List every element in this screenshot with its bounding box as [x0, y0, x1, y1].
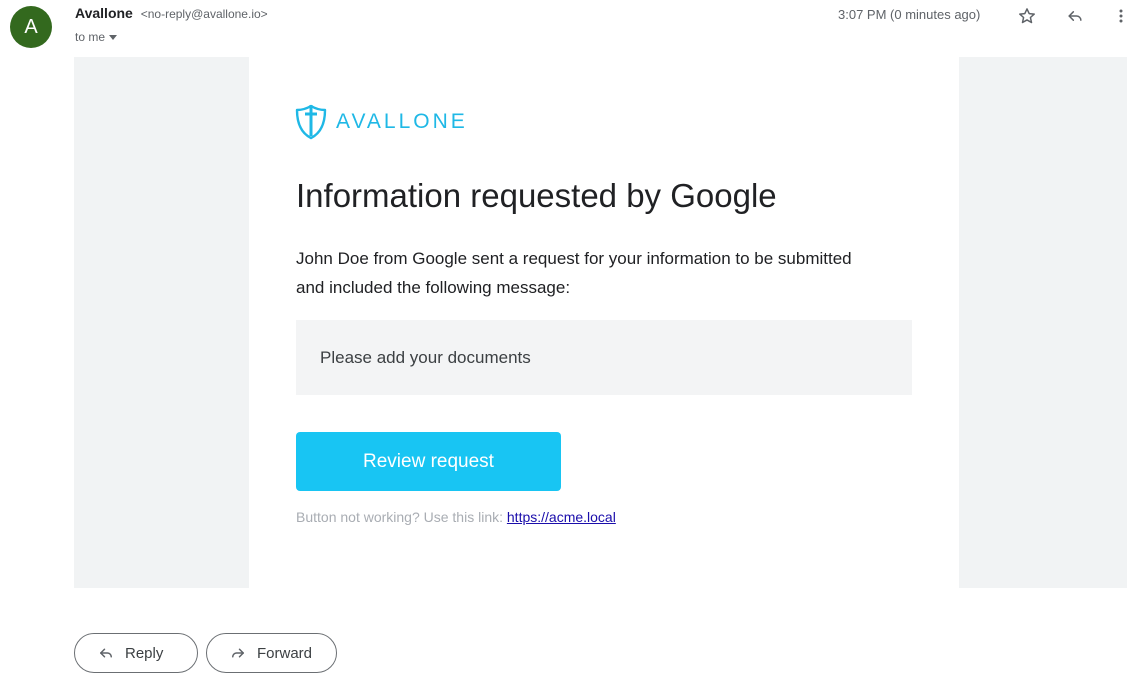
sender-email: <no-reply@avallone.io> [140, 7, 268, 21]
message-time: 3:07 PM (0 minutes ago) [838, 7, 981, 22]
caret-down-icon[interactable] [109, 34, 118, 40]
sender-name[interactable]: Avallone [75, 5, 133, 21]
reply-icon[interactable] [1063, 4, 1087, 28]
review-request-button[interactable]: Review request [296, 432, 561, 491]
reply-label: Reply [125, 644, 164, 662]
brand-name: AVALLONE [336, 110, 468, 133]
star-icon[interactable] [1015, 4, 1039, 28]
request-message: Please add your documents [320, 347, 531, 367]
email-content: AVALLONE Information requested by Google… [249, 57, 959, 588]
sender-line: Avallone <no-reply@avallone.io> [75, 5, 268, 21]
reply-button[interactable]: Reply [74, 633, 198, 673]
forward-icon [232, 648, 244, 658]
email-body-text: John Doe from Google sent a request for … [296, 249, 852, 297]
more-vert-icon[interactable] [1109, 4, 1127, 28]
recipient-label: to me [75, 30, 106, 44]
reply-icon [100, 648, 112, 658]
forward-button[interactable]: Forward [206, 633, 337, 673]
fallback-link[interactable]: https://acme.local [507, 509, 616, 525]
shield-sword-icon [295, 104, 327, 140]
fallback-text: Button not working? Use this link: [296, 509, 503, 525]
request-message-box: Please add your documents [296, 320, 912, 395]
fallback-line: Button not working? Use this link: https… [296, 509, 616, 525]
recipient-details-toggle[interactable]: to me [75, 30, 118, 44]
email-title: Information requested by Google [296, 177, 777, 214]
sender-avatar[interactable]: A [10, 6, 52, 48]
forward-label: Forward [257, 644, 313, 662]
brand-logo: AVALLONE [294, 103, 468, 141]
